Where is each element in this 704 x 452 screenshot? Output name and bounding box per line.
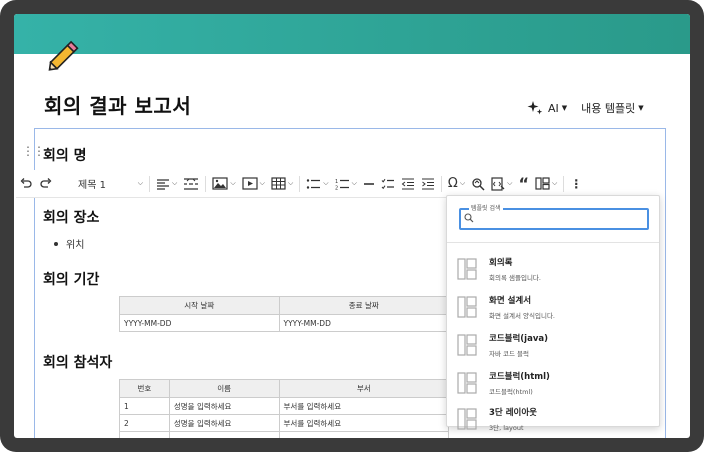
todo-list-icon[interactable] (378, 173, 398, 195)
template-item-desc: 회의록 샘플입니다. (489, 274, 541, 282)
table-row (119, 431, 450, 438)
outdent-icon[interactable] (398, 173, 418, 195)
template-label: 내용 템플릿 (581, 102, 636, 115)
ai-label: AI (548, 101, 559, 115)
template-layout-icon (457, 258, 477, 280)
table-insert-icon[interactable]: ⌵ (268, 173, 296, 195)
table-cell[interactable]: 1 (119, 397, 170, 415)
pencil-icon (48, 40, 79, 71)
section-heading-meeting-name: 회의 명 (43, 148, 87, 164)
redo-icon[interactable] (36, 173, 56, 195)
source-edit-icon[interactable]: ⌵ (488, 173, 515, 195)
numbered-list-icon[interactable]: 1 2 ⌵ (332, 173, 360, 195)
table-cell[interactable]: 부서를 입력하세요 (278, 414, 450, 432)
heading-select-value: 제목 1 (78, 180, 106, 191)
template-dropdown: 템플릿 검색 회의록 회의록 샘플입니다. 화면 설계서 화면 설계서 양식입니… (446, 195, 660, 432)
section-heading-attendees: 회의 참석자 (43, 355, 113, 371)
template-item-code-java[interactable]: 코드블럭(java) 자바 코드 블럭 (457, 330, 647, 360)
indent-icon[interactable] (418, 173, 438, 195)
template-search-input[interactable] (477, 212, 637, 226)
find-replace-icon[interactable] (468, 173, 488, 195)
section-heading-meeting-period: 회의 기간 (43, 272, 100, 288)
table-cell[interactable]: YYYY-MM-DD (278, 314, 450, 332)
toolbar-divider (563, 175, 565, 192)
table-row: 2 성명을 입력하세요 부서를 입력하세요 (119, 414, 450, 432)
table-header: 시작 날짜 (119, 296, 280, 315)
header-actions: AI ▼ 내용 템플릿 ▼ (527, 100, 658, 116)
section-heading-meeting-place: 회의 장소 (43, 210, 100, 226)
attendee-table: 번호 이름 부서 1 성명을 입력하세요 부서를 입력하세요 2 성명을 입력하… (119, 379, 450, 438)
layout-columns-icon[interactable]: ⌵ (532, 173, 560, 195)
svg-text:2: 2 (335, 185, 338, 190)
chevron-down-icon: ▼ (561, 104, 568, 112)
template-item-title: 회의록 (489, 258, 513, 268)
table-cell[interactable]: 성명을 입력하세요 (168, 414, 280, 432)
template-item-desc: 자바 코드 블럭 (489, 350, 530, 358)
editor-toolbar: 제목 1 ⌵ ⌵ ⌵ ⌵ ⌵ ⌵ 1 2 ⌵ Ω ⌵ ⌵ “ ⌵ ⋮ (16, 170, 660, 198)
toolbar-divider (440, 175, 442, 192)
table-cell[interactable] (168, 431, 280, 438)
template-layout-icon (457, 408, 477, 430)
template-item-code-html[interactable]: 코드블럭(html) 코드블럭(html) (457, 368, 647, 398)
template-menu-button[interactable]: 내용 템플릿 ▼ (581, 100, 644, 116)
template-item-title: 3단 레이아웃 (489, 408, 537, 418)
table-row: YYYY-MM-DD YYYY-MM-DD (119, 314, 450, 332)
template-item-desc: 코드블럭(html) (489, 388, 533, 396)
device-frame: 회의 결과 보고서 AI ▼ 내용 템플릿 ▼ ⋮⋮ 회의 명 제목 1 ⌵ ⌵… (0, 0, 704, 452)
template-item-meeting-minutes[interactable]: 회의록 회의록 샘플입니다. (457, 254, 647, 284)
toolbar-divider (205, 175, 207, 192)
table-header: 번호 (119, 379, 170, 398)
table-cell[interactable]: 부서를 입력하세요 (278, 397, 450, 415)
template-item-title: 화면 설계서 (489, 296, 532, 306)
template-item-three-column[interactable]: 3단 레이아웃 3단, layout (457, 404, 647, 434)
place-bullet-item: 위치 (54, 236, 84, 251)
table-cell[interactable] (278, 431, 450, 438)
template-search-box: 템플릿 검색 (459, 203, 649, 230)
heading-select[interactable]: 제목 1 ⌵ (56, 173, 146, 195)
table-cell[interactable]: 성명을 입력하세요 (168, 397, 280, 415)
special-characters-icon[interactable]: Ω ⌵ (445, 173, 468, 195)
chevron-down-icon: ▼ (638, 104, 644, 112)
template-layout-icon (457, 372, 477, 394)
page-title: 회의 결과 보고서 (44, 94, 192, 118)
toolbar-divider (299, 175, 301, 192)
ai-button[interactable]: AI ▼ (527, 100, 567, 116)
more-options-icon[interactable]: ⋮ (567, 173, 585, 195)
svg-text:1: 1 (335, 179, 338, 185)
table-header: 종료 날짜 (278, 296, 450, 315)
blockquote-icon[interactable]: “ (515, 173, 532, 195)
drag-handle-icon[interactable]: ⋮⋮ (22, 145, 45, 157)
media-embed-icon[interactable]: ⌵ (239, 173, 268, 195)
app-screen: 회의 결과 보고서 AI ▼ 내용 템플릿 ▼ ⋮⋮ 회의 명 제목 1 ⌵ ⌵… (14, 14, 690, 438)
template-item-screen-design[interactable]: 화면 설계서 화면 설계서 양식입니다. (457, 292, 647, 322)
undo-icon[interactable] (16, 173, 36, 195)
bulleted-list-icon[interactable]: ⌵ (303, 173, 331, 195)
table-cell[interactable] (119, 431, 170, 438)
horizontal-line-icon[interactable] (360, 173, 378, 195)
toolbar-divider (149, 175, 150, 192)
sparkle-icon (527, 101, 543, 115)
align-icon[interactable]: ⌵ (153, 173, 180, 195)
template-search-label: 템플릿 검색 (469, 203, 503, 212)
table-cell[interactable]: YYYY-MM-DD (119, 314, 280, 332)
image-insert-icon[interactable]: ⌵ (209, 173, 238, 195)
table-cell[interactable]: 2 (119, 414, 170, 432)
search-icon (464, 213, 474, 223)
table-row: 1 성명을 입력하세요 부서를 입력하세요 (119, 397, 450, 415)
table-header: 이름 (168, 379, 280, 398)
template-item-desc: 3단, layout (489, 424, 524, 432)
period-table: 시작 날짜 종료 날짜 YYYY-MM-DD YYYY-MM-DD (119, 296, 450, 332)
header-banner (14, 14, 690, 54)
template-layout-icon (457, 334, 477, 356)
chevron-down-icon: ⌵ (137, 179, 143, 187)
table-header: 부서 (278, 379, 450, 398)
template-layout-icon (457, 296, 477, 318)
template-item-desc: 화면 설계서 양식입니다. (489, 312, 555, 320)
page-break-icon[interactable] (180, 173, 202, 195)
template-item-title: 코드블럭(java) (489, 334, 548, 344)
template-item-title: 코드블럭(html) (489, 372, 550, 382)
dropdown-divider (447, 242, 659, 243)
